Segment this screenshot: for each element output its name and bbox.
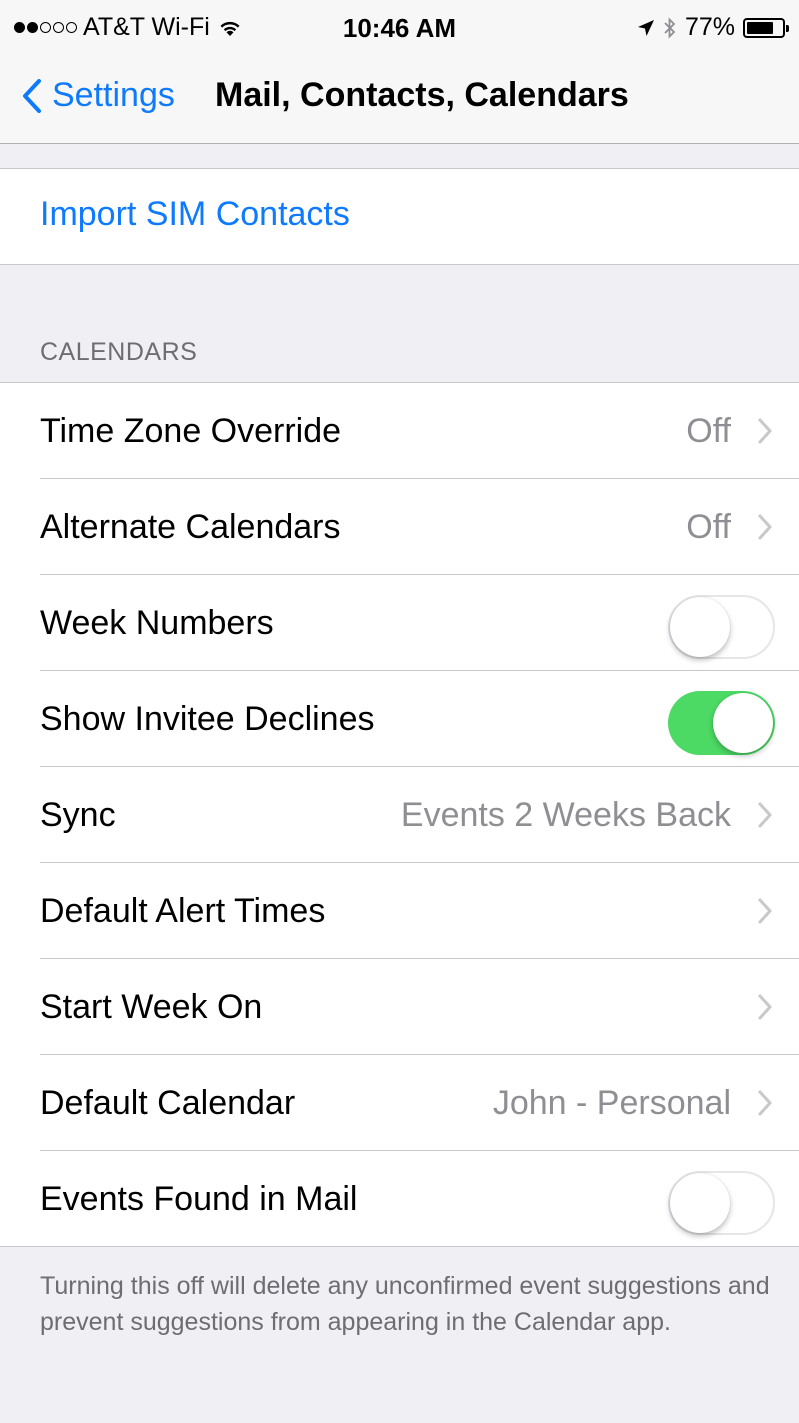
- week-numbers-toggle[interactable]: [668, 595, 775, 659]
- row-label: Week Numbers: [40, 604, 274, 642]
- chevron-right-icon: [758, 1090, 772, 1116]
- bluetooth-icon: [663, 16, 677, 39]
- row-time-zone-override[interactable]: Time Zone Override Off: [0, 383, 799, 479]
- row-label: Time Zone Override: [40, 412, 342, 450]
- battery-icon: [743, 17, 789, 38]
- back-button-label: Settings: [52, 76, 175, 114]
- row-value: Off: [686, 412, 731, 450]
- chevron-right-icon: [758, 418, 772, 444]
- row-week-numbers[interactable]: Week Numbers: [0, 575, 799, 671]
- status-bar: AT&T Wi-Fi 10:46 AM 77%: [0, 0, 799, 58]
- row-label: Events Found in Mail: [40, 1180, 358, 1218]
- import-group: Import SIM Contacts: [0, 168, 799, 265]
- toggle-knob: [670, 1173, 730, 1233]
- row-start-week-on[interactable]: Start Week On: [0, 959, 799, 1055]
- battery-percent: 77%: [684, 13, 735, 41]
- row-label: Start Week On: [40, 988, 263, 1026]
- import-sim-contacts-button[interactable]: Import SIM Contacts: [40, 195, 350, 234]
- chevron-right-icon: [758, 514, 772, 540]
- page-title: Mail, Contacts, Calendars: [215, 76, 629, 114]
- back-button[interactable]: Settings: [22, 76, 175, 115]
- calendars-section-header: CALENDARS: [40, 338, 198, 366]
- row-label: Default Calendar: [40, 1084, 296, 1122]
- toggle-knob: [713, 693, 773, 753]
- top-bar: AT&T Wi-Fi 10:46 AM 77% Settings Mail, C…: [0, 0, 799, 144]
- location-arrow-icon: [637, 19, 655, 37]
- row-events-found-in-mail[interactable]: Events Found in Mail: [0, 1151, 799, 1247]
- calendars-footer-note: Turning this off will delete any unconfi…: [40, 1272, 770, 1336]
- toggle-knob: [670, 597, 730, 657]
- navigation-bar: Settings Mail, Contacts, Calendars: [0, 58, 799, 143]
- row-label: Default Alert Times: [40, 892, 326, 930]
- chevron-right-icon: [758, 802, 772, 828]
- chevron-right-icon: [758, 898, 772, 924]
- row-alternate-calendars[interactable]: Alternate Calendars Off: [0, 479, 799, 575]
- row-label: Sync: [40, 796, 116, 834]
- row-sync[interactable]: Sync Events 2 Weeks Back: [0, 767, 799, 863]
- row-show-invitee-declines[interactable]: Show Invitee Declines: [0, 671, 799, 767]
- row-default-alert-times[interactable]: Default Alert Times: [0, 863, 799, 959]
- row-value: Off: [686, 508, 731, 546]
- events-found-in-mail-toggle[interactable]: [668, 1171, 775, 1235]
- show-invitee-declines-toggle[interactable]: [668, 691, 775, 755]
- row-default-calendar[interactable]: Default Calendar John - Personal: [0, 1055, 799, 1151]
- calendars-group: Time Zone Override Off Alternate Calendars…: [0, 382, 799, 1247]
- row-label: Alternate Calendars: [40, 508, 341, 546]
- row-label: Show Invitee Declines: [40, 700, 375, 738]
- row-value: Events 2 Weeks Back: [400, 796, 731, 834]
- chevron-right-icon: [758, 994, 772, 1020]
- chevron-left-icon: [23, 78, 41, 113]
- row-value: John - Personal: [492, 1084, 731, 1122]
